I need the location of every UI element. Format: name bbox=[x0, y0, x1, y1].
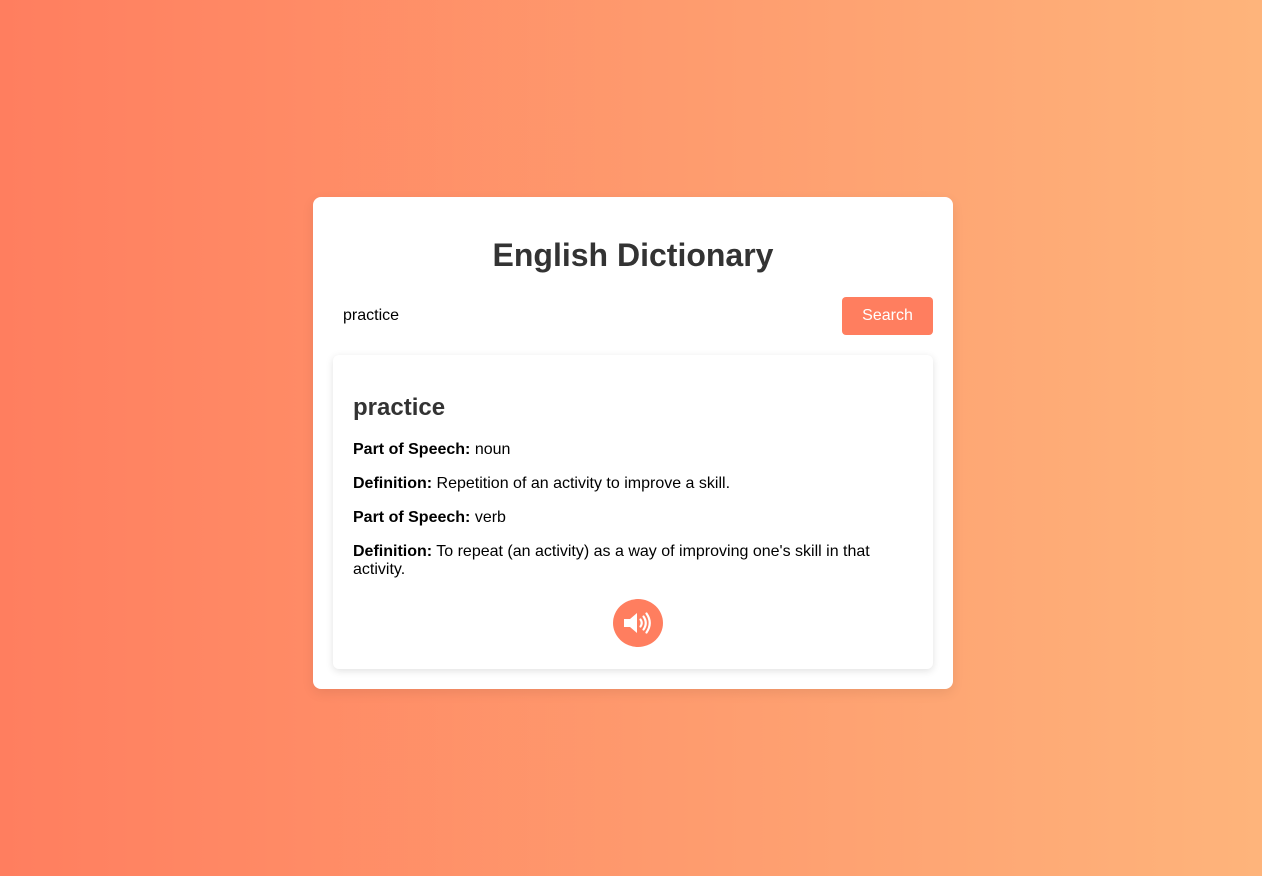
dictionary-card: English Dictionary Search practice Part … bbox=[313, 197, 953, 689]
page-title: English Dictionary bbox=[492, 237, 774, 273]
entry-value: verb bbox=[474, 509, 506, 526]
entry-label: Definition: bbox=[353, 475, 433, 492]
search-input[interactable] bbox=[333, 297, 833, 335]
definition-entry: Definition: To repeat (an activity) as a… bbox=[353, 543, 893, 579]
definition-entry: Definition: Repetition of an activity to… bbox=[353, 475, 893, 493]
entry-value: noun bbox=[474, 441, 511, 458]
entry-value: Repetition of an activity to improve a s… bbox=[436, 475, 731, 492]
result-panel: practice Part of Speech: noun Definition… bbox=[333, 355, 933, 669]
entry-label: Definition: bbox=[353, 543, 433, 560]
entry-label: Part of Speech: bbox=[353, 509, 471, 526]
search-bar: Search bbox=[333, 297, 933, 335]
part-of-speech-entry: Part of Speech: verb bbox=[353, 509, 893, 527]
entry-label: Part of Speech: bbox=[353, 441, 471, 458]
result-word: practice bbox=[353, 394, 446, 421]
search-button[interactable]: Search bbox=[842, 297, 933, 335]
part-of-speech-entry: Part of Speech: noun bbox=[353, 441, 893, 459]
play-audio-button[interactable] bbox=[613, 599, 663, 647]
speaker-volume-icon bbox=[624, 612, 651, 634]
